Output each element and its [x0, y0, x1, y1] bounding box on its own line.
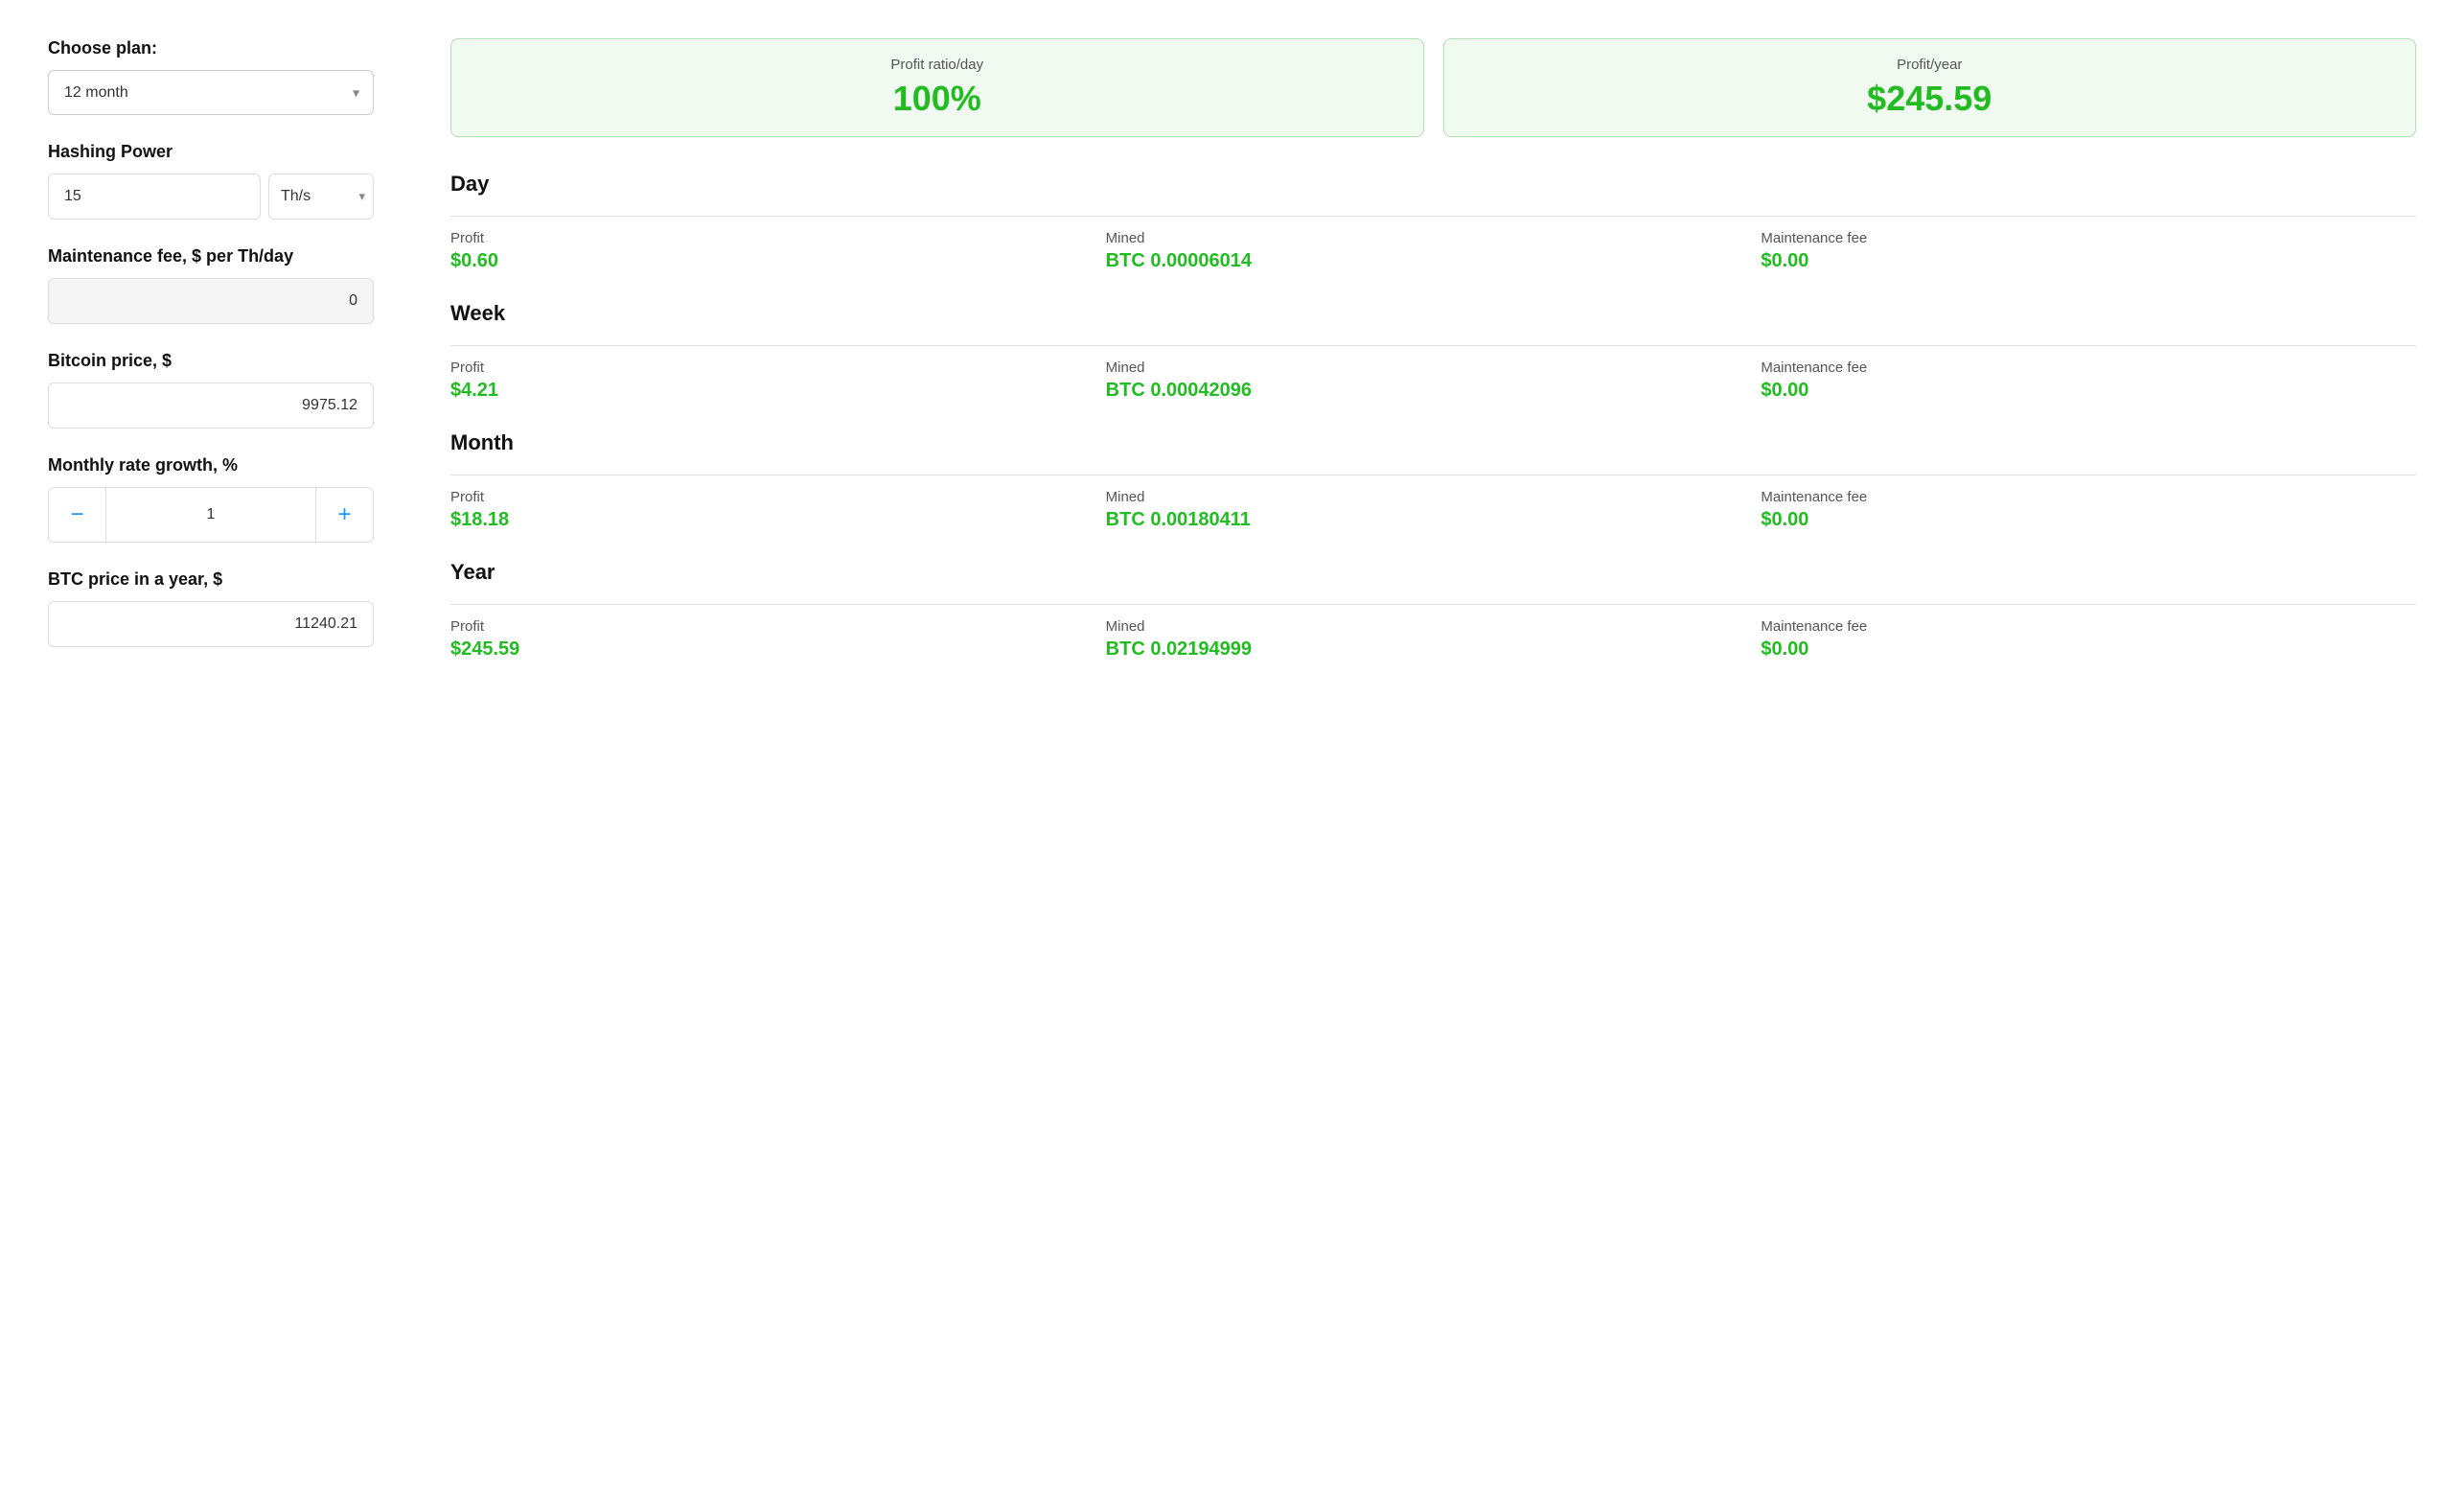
fee-value: $0.00 [1761, 380, 2416, 402]
profit-year-card: Profit/year $245.59 [1443, 38, 2417, 137]
unit-select-wrapper: Th/s Gh/s Mh/s ▾ [268, 174, 374, 220]
monthly-rate-label: Monthly rate growth, % [48, 455, 374, 476]
maintenance-fee-block: Maintenance fee, $ per Th/day [48, 246, 374, 324]
period-section-week: Week Profit $4.21 Mined BTC 0.00042096 M… [450, 301, 2416, 402]
mined-label: Mined [1106, 618, 1762, 635]
bitcoin-price-label: Bitcoin price, $ [48, 351, 374, 371]
profit-col: Profit $245.59 [450, 618, 1106, 661]
profit-year-label: Profit/year [1467, 57, 2393, 73]
profit-label: Profit [450, 360, 1106, 376]
profit-value: $4.21 [450, 380, 1106, 402]
hashing-power-block: Hashing Power Th/s Gh/s Mh/s ▾ [48, 142, 374, 220]
period-divider [450, 604, 2416, 605]
period-section-month: Month Profit $18.18 Mined BTC 0.00180411… [450, 430, 2416, 531]
btc-price-year-label: BTC price in a year, $ [48, 569, 374, 590]
period-divider [450, 475, 2416, 476]
choose-plan-block: Choose plan: 12 month 1 month 3 month 6 … [48, 38, 374, 115]
stats-row: Profit $18.18 Mined BTC 0.00180411 Maint… [450, 489, 2416, 531]
plan-select[interactable]: 12 month 1 month 3 month 6 month 24 mont… [49, 71, 373, 114]
period-title: Week [450, 301, 2416, 336]
profit-ratio-day-value: 100% [474, 79, 1400, 119]
period-section-year: Year Profit $245.59 Mined BTC 0.02194999… [450, 560, 2416, 661]
profit-col: Profit $4.21 [450, 360, 1106, 402]
mined-value: BTC 0.00006014 [1106, 250, 1762, 272]
mined-label: Mined [1106, 489, 1762, 505]
plan-select-wrapper: 12 month 1 month 3 month 6 month 24 mont… [48, 70, 374, 115]
period-sections: Day Profit $0.60 Mined BTC 0.00006014 Ma… [450, 172, 2416, 661]
mined-col: Mined BTC 0.00042096 [1106, 360, 1762, 402]
mined-value: BTC 0.00042096 [1106, 380, 1762, 402]
hashing-power-label: Hashing Power [48, 142, 374, 162]
profit-label: Profit [450, 230, 1106, 246]
choose-plan-label: Choose plan: [48, 38, 374, 58]
stats-row: Profit $245.59 Mined BTC 0.02194999 Main… [450, 618, 2416, 661]
fee-col: Maintenance fee $0.00 [1761, 360, 2416, 402]
mined-label: Mined [1106, 360, 1762, 376]
mined-label: Mined [1106, 230, 1762, 246]
fee-value: $0.00 [1761, 638, 2416, 661]
period-title: Month [450, 430, 2416, 465]
profit-label: Profit [450, 618, 1106, 635]
monthly-rate-input[interactable] [106, 488, 315, 542]
btc-price-year-input[interactable] [48, 601, 374, 647]
period-divider [450, 345, 2416, 346]
increment-button[interactable]: + [315, 488, 373, 542]
stats-row: Profit $4.21 Mined BTC 0.00042096 Mainte… [450, 360, 2416, 402]
profit-year-value: $245.59 [1467, 79, 2393, 119]
period-divider [450, 216, 2416, 217]
fee-label: Maintenance fee [1761, 618, 2416, 635]
fee-col: Maintenance fee $0.00 [1761, 618, 2416, 661]
maintenance-fee-input[interactable] [48, 278, 374, 324]
bitcoin-price-block: Bitcoin price, $ [48, 351, 374, 429]
profit-value: $0.60 [450, 250, 1106, 272]
period-title: Day [450, 172, 2416, 206]
period-title: Year [450, 560, 2416, 594]
mined-value: BTC 0.02194999 [1106, 638, 1762, 661]
period-section-day: Day Profit $0.60 Mined BTC 0.00006014 Ma… [450, 172, 2416, 272]
summary-cards: Profit ratio/day 100% Profit/year $245.5… [450, 38, 2416, 137]
btc-price-year-block: BTC price in a year, $ [48, 569, 374, 647]
mined-col: Mined BTC 0.00006014 [1106, 230, 1762, 272]
fee-label: Maintenance fee [1761, 489, 2416, 505]
profit-col: Profit $0.60 [450, 230, 1106, 272]
right-panel: Profit ratio/day 100% Profit/year $245.5… [450, 38, 2416, 689]
fee-col: Maintenance fee $0.00 [1761, 489, 2416, 531]
stats-row: Profit $0.60 Mined BTC 0.00006014 Mainte… [450, 230, 2416, 272]
hashing-power-row: Th/s Gh/s Mh/s ▾ [48, 174, 374, 220]
left-panel: Choose plan: 12 month 1 month 3 month 6 … [48, 38, 374, 674]
profit-value: $245.59 [450, 638, 1106, 661]
fee-col: Maintenance fee $0.00 [1761, 230, 2416, 272]
fee-value: $0.00 [1761, 509, 2416, 531]
unit-select[interactable]: Th/s Gh/s Mh/s [269, 174, 373, 218]
mined-col: Mined BTC 0.00180411 [1106, 489, 1762, 531]
fee-label: Maintenance fee [1761, 230, 2416, 246]
bitcoin-price-input[interactable] [48, 383, 374, 429]
maintenance-fee-label: Maintenance fee, $ per Th/day [48, 246, 374, 267]
profit-ratio-card: Profit ratio/day 100% [450, 38, 1424, 137]
profit-col: Profit $18.18 [450, 489, 1106, 531]
profit-ratio-day-label: Profit ratio/day [474, 57, 1400, 73]
monthly-rate-block: Monthly rate growth, % − + [48, 455, 374, 543]
profit-value: $18.18 [450, 509, 1106, 531]
decrement-button[interactable]: − [49, 488, 106, 542]
mined-col: Mined BTC 0.02194999 [1106, 618, 1762, 661]
mined-value: BTC 0.00180411 [1106, 509, 1762, 531]
stepper-row: − + [48, 487, 374, 543]
fee-value: $0.00 [1761, 250, 2416, 272]
profit-label: Profit [450, 489, 1106, 505]
fee-label: Maintenance fee [1761, 360, 2416, 376]
hashing-power-input[interactable] [48, 174, 261, 220]
